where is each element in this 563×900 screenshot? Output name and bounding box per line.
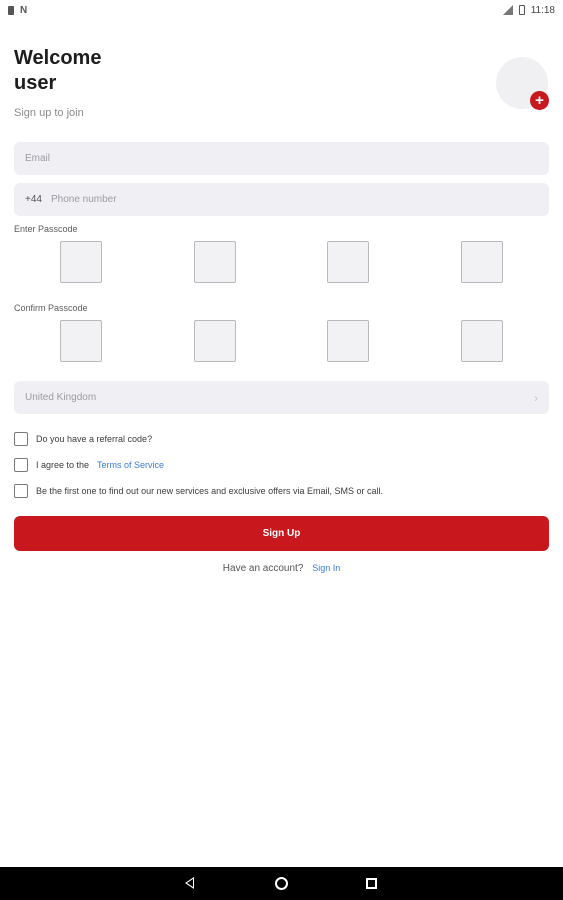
terms-of-service-link[interactable]: Terms of Service: [97, 460, 164, 470]
status-time: 11:18: [530, 4, 555, 16]
status-right: 11:18: [502, 4, 555, 16]
sign-in-link[interactable]: Sign In: [312, 563, 340, 573]
home-icon[interactable]: [275, 877, 288, 890]
status-left: N: [8, 5, 27, 16]
phone-field[interactable]: +44: [14, 183, 549, 216]
confirm-passcode-label: Confirm Passcode: [14, 303, 88, 313]
battery-icon: [518, 5, 525, 15]
signin-row: Have an account? Sign In: [0, 563, 563, 574]
chevron-right-icon: ›: [534, 390, 538, 405]
recents-icon[interactable]: [366, 878, 377, 889]
confirm-passcode-row: [14, 320, 549, 362]
confirm-passcode-digit-1[interactable]: [60, 320, 102, 362]
confirm-passcode-digit-2[interactable]: [194, 320, 236, 362]
signal-icon: [502, 5, 513, 15]
terms-checkbox-row[interactable]: I agree to the Terms of Service: [14, 458, 164, 472]
country-value: United Kingdom: [25, 392, 97, 403]
email-field[interactable]: [14, 142, 549, 175]
terms-checkbox[interactable]: [14, 458, 28, 472]
marketing-label: Be the first one to find out our new ser…: [36, 486, 383, 496]
passcode-digit-4[interactable]: [461, 241, 503, 283]
country-select[interactable]: United Kingdom ›: [14, 381, 549, 414]
terms-label: I agree to the: [36, 460, 90, 470]
navigation-bar: [0, 867, 563, 900]
page-title: Welcome user: [14, 47, 102, 94]
referral-label: Do you have a referral code?: [36, 434, 153, 444]
passcode-digit-1[interactable]: [60, 241, 102, 283]
phone-input[interactable]: [50, 194, 538, 205]
back-icon[interactable]: [185, 877, 194, 889]
sign-up-button[interactable]: Sign Up: [14, 516, 549, 551]
battery-saver-icon: [8, 5, 14, 15]
phone-prefix: +44: [25, 194, 42, 205]
email-input[interactable]: [25, 153, 538, 164]
status-bar: N 11:18: [0, 0, 563, 20]
confirm-passcode-digit-4[interactable]: [461, 320, 503, 362]
marketing-checkbox[interactable]: [14, 484, 28, 498]
referral-checkbox-row[interactable]: Do you have a referral code?: [14, 432, 152, 446]
have-account-text: Have an account?: [222, 563, 304, 574]
confirm-passcode-digit-3[interactable]: [327, 320, 369, 362]
plus-circle-icon[interactable]: +: [530, 91, 549, 110]
page-subtitle: Sign up to join: [14, 107, 84, 119]
referral-checkbox[interactable]: [14, 432, 28, 446]
passcode-label: Enter Passcode: [14, 224, 78, 234]
marketing-checkbox-row[interactable]: Be the first one to find out our new ser…: [14, 484, 383, 498]
notification-n-icon: N: [20, 4, 28, 16]
passcode-row: [14, 241, 549, 283]
passcode-digit-3[interactable]: [327, 241, 369, 283]
passcode-digit-2[interactable]: [194, 241, 236, 283]
